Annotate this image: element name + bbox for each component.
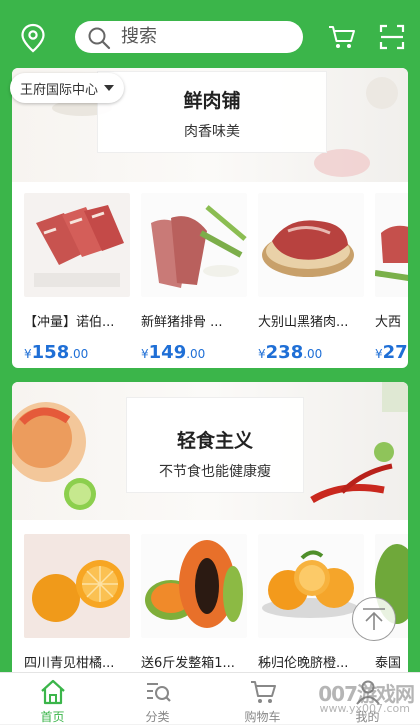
back-to-top-button[interactable] <box>352 597 396 641</box>
tab-category[interactable]: 分类 <box>105 673 210 724</box>
section-title: 轻食主义 <box>176 430 253 452</box>
tab-cart[interactable]: 购物车 <box>210 673 315 724</box>
location-selector[interactable]: 王府国际中心 <box>10 73 125 103</box>
product-name: 泰国 <box>375 656 402 671</box>
watermark-url: www.yx007.com <box>319 702 410 715</box>
product-name: 大西 <box>375 315 402 330</box>
product-card[interactable]: 【冲量】诺伯... ¥158.00 <box>24 193 130 363</box>
product-card[interactable]: 四川青见柑橘... <box>24 534 130 671</box>
price-currency: ¥ <box>258 347 266 361</box>
tab-label: 购物车 <box>244 710 281 724</box>
price-integer: 27 <box>382 342 408 363</box>
product-card[interactable]: 送6斤发整箱1... <box>141 534 247 671</box>
price-decimal: .00 <box>69 347 89 361</box>
product-image-papaya <box>141 534 247 638</box>
top-header: 搜索 <box>0 0 420 72</box>
location-text: 王府国际中心 <box>20 82 99 98</box>
product-image-black-pork <box>258 193 364 297</box>
tab-label: 首页 <box>40 710 65 724</box>
product-name: 新鲜猪排骨 ... <box>141 315 223 330</box>
section-fresh-meat: 鲜肉铺 肉香味美 【冲量】诺伯... ¥158.00 新鲜猪排骨 ... ¥14… <box>12 68 408 368</box>
scan-icon[interactable] <box>379 24 405 50</box>
location-pin-icon[interactable] <box>18 22 48 54</box>
price-currency: ¥ <box>375 347 383 361</box>
search-placeholder: 搜索 <box>121 26 157 47</box>
search-icon <box>87 26 111 50</box>
price-currency: ¥ <box>24 347 32 361</box>
section-light-food: 轻食主义 不节食也能健康瘦 四川青见柑橘... 送6斤发整箱1... 秭归伦晚脐… <box>12 382 408 682</box>
product-image-lamb-chops <box>24 193 130 297</box>
price-decimal: .00 <box>186 347 206 361</box>
cart-icon[interactable] <box>328 24 356 50</box>
product-name: 送6斤发整箱1... <box>141 656 235 671</box>
product-image-navel-orange <box>258 534 364 638</box>
search-input[interactable]: 搜索 <box>75 21 303 53</box>
product-card[interactable]: 新鲜猪排骨 ... ¥149.00 <box>141 193 247 363</box>
banner-text-box: 轻食主义 不节食也能健康瘦 <box>127 398 303 492</box>
section-title: 鲜肉铺 <box>183 90 241 112</box>
price-integer: 158 <box>31 342 70 363</box>
product-price: ¥149.00 <box>141 342 247 363</box>
price-integer: 149 <box>148 342 187 363</box>
cart-icon <box>251 681 276 703</box>
price-decimal: .00 <box>303 347 323 361</box>
product-card[interactable]: 大西 ¥27 <box>375 193 408 363</box>
product-image-partial <box>375 193 408 297</box>
product-row: 【冲量】诺伯... ¥158.00 新鲜猪排骨 ... ¥149.00 大别山黑… <box>12 182 408 368</box>
tab-home[interactable]: 首页 <box>0 673 105 724</box>
tab-label: 分类 <box>145 710 170 724</box>
product-image-pork-ribs <box>141 193 247 297</box>
arrow-up-icon <box>363 608 385 630</box>
section-subtitle: 不节食也能健康瘦 <box>159 464 271 480</box>
product-name: 四川青见柑橘... <box>24 656 115 671</box>
product-price: ¥238.00 <box>258 342 364 363</box>
category-search-icon <box>147 683 171 702</box>
product-card[interactable]: 秭归伦晚脐橙... <box>258 534 364 671</box>
product-name: 大别山黑猪肉... <box>258 315 349 330</box>
product-price: ¥158.00 <box>24 342 130 363</box>
product-row: 四川青见柑橘... 送6斤发整箱1... 秭归伦晚脐橙... 泰国 <box>12 520 408 682</box>
product-name: 秭归伦晚脐橙... <box>258 656 349 671</box>
section-banner[interactable]: 轻食主义 不节食也能健康瘦 <box>12 382 408 520</box>
home-icon <box>41 679 65 705</box>
product-name: 【冲量】诺伯... <box>24 315 115 330</box>
banner-text-box: 鲜肉铺 肉香味美 <box>98 72 326 152</box>
product-price: ¥27 <box>375 342 408 363</box>
price-integer: 238 <box>265 342 304 363</box>
dropdown-triangle-icon <box>104 85 115 91</box>
product-card[interactable]: 大别山黑猪肉... ¥238.00 <box>258 193 364 363</box>
section-subtitle: 肉香味美 <box>184 124 240 140</box>
product-image-citrus <box>24 534 130 638</box>
price-currency: ¥ <box>141 347 149 361</box>
